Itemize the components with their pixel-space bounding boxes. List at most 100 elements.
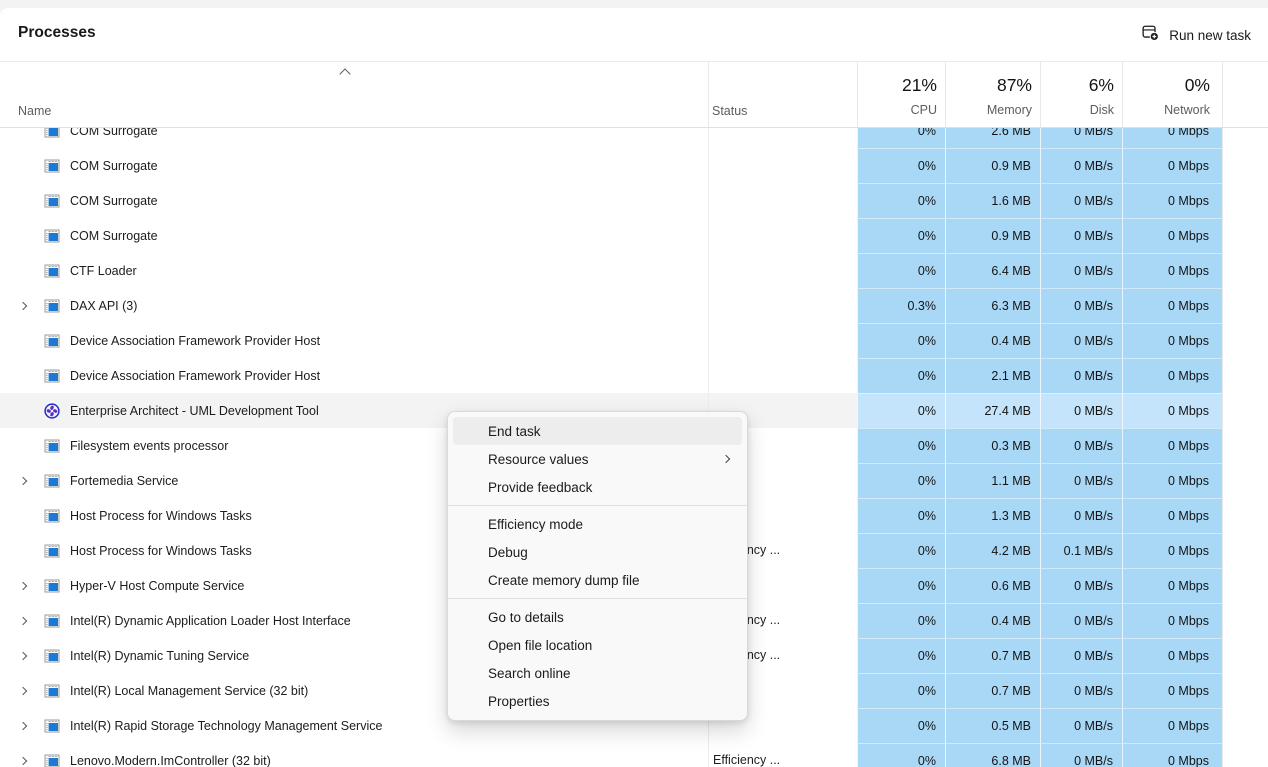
process-name: Hyper-V Host Compute Service [70, 579, 244, 593]
cpu-cell: 0% [857, 603, 945, 638]
expand-chevron-icon[interactable] [19, 301, 27, 309]
run-new-task-icon [1142, 24, 1159, 46]
expand-chevron-icon[interactable] [19, 756, 27, 764]
column-header-network[interactable]: 0% Network [1122, 62, 1210, 127]
network-cell: 0 Mbps [1122, 603, 1222, 638]
cpu-cell: 0% [857, 533, 945, 568]
disk-cell: 0 MB/s [1040, 393, 1122, 428]
menu-item-end-task[interactable]: End task [453, 417, 742, 445]
menu-item-search-online[interactable]: Search online [453, 659, 742, 687]
process-row[interactable]: Lenovo.Modern.ImController (32 bit) Effic… [0, 743, 1268, 767]
menu-item-provide-feedback[interactable]: Provide feedback [453, 473, 742, 501]
column-header-cpu[interactable]: 21% CPU [857, 62, 937, 127]
expand-chevron-icon[interactable] [19, 476, 27, 484]
column-header-memory[interactable]: 87% Memory [945, 62, 1032, 127]
process-name-cell: CTF Loader [0, 253, 708, 288]
process-name: Device Association Framework Provider Ho… [70, 334, 320, 348]
submenu-chevron-icon [722, 455, 730, 463]
process-name-cell: COM Surrogate [0, 148, 708, 183]
process-name: Intel(R) Rapid Storage Technology Manage… [70, 719, 382, 733]
process-name-cell: Device Association Framework Provider Ho… [0, 358, 708, 393]
sort-ascending-caret-icon [339, 68, 350, 79]
menu-item-resource-values[interactable]: Resource values [453, 445, 742, 473]
process-name: COM Surrogate [70, 159, 158, 173]
page-header: Processes Run new task [0, 8, 1268, 62]
process-name: Lenovo.Modern.ImController (32 bit) [70, 754, 271, 767]
memory-total-percent: 87% [945, 75, 1032, 96]
column-header-status[interactable]: Status [712, 104, 747, 118]
cpu-cell: 0% [857, 673, 945, 708]
app-window-icon [44, 648, 60, 664]
menu-item-go-to-details[interactable]: Go to details [453, 603, 742, 631]
app-window-icon [44, 263, 60, 279]
status-cell [708, 148, 857, 183]
memory-cell: 27.4 MB [945, 393, 1040, 428]
menu-item-properties[interactable]: Properties [453, 687, 742, 715]
network-cell: 0 Mbps [1122, 498, 1222, 533]
cpu-cell: 0% [857, 498, 945, 533]
process-name-cell: COM Surrogate [0, 183, 708, 218]
status-cell: Efficiency ... [708, 743, 857, 767]
cpu-cell: 0% [857, 253, 945, 288]
row-gutter [1222, 568, 1268, 603]
app-window-icon [44, 128, 60, 139]
cpu-cell: 0% [857, 743, 945, 767]
row-gutter [1222, 428, 1268, 463]
process-name: Enterprise Architect - UML Development T… [70, 404, 319, 418]
menu-item-create-memory-dump-file[interactable]: Create memory dump file [453, 566, 742, 594]
network-cell: 0 Mbps [1122, 708, 1222, 743]
menu-item-label: Efficiency mode [488, 517, 583, 532]
process-name: DAX API (3) [70, 299, 137, 313]
process-row[interactable]: COM Surrogate0%2.6 MB0 MB/s0 Mbps [0, 128, 1268, 148]
expand-chevron-icon[interactable] [19, 721, 27, 729]
memory-cell: 4.2 MB [945, 533, 1040, 568]
row-gutter [1222, 498, 1268, 533]
run-new-task-button[interactable]: Run new task [1142, 22, 1251, 48]
network-cell: 0 Mbps [1122, 323, 1222, 358]
process-row[interactable]: Device Association Framework Provider Ho… [0, 358, 1268, 393]
expand-chevron-icon[interactable] [19, 616, 27, 624]
network-cell: 0 Mbps [1122, 638, 1222, 673]
menu-item-debug[interactable]: Debug [453, 538, 742, 566]
expand-chevron-icon[interactable] [19, 686, 27, 694]
expand-chevron-icon[interactable] [19, 651, 27, 659]
memory-cell: 6.8 MB [945, 743, 1040, 767]
network-label: Network [1122, 103, 1210, 117]
process-row[interactable]: DAX API (3)0.3%6.3 MB0 MB/s0 Mbps [0, 288, 1268, 323]
row-gutter [1222, 638, 1268, 673]
column-header-disk[interactable]: 6% Disk [1040, 62, 1114, 127]
menu-item-label: Open file location [488, 638, 592, 653]
process-row[interactable]: COM Surrogate0%0.9 MB0 MB/s0 Mbps [0, 148, 1268, 183]
process-row[interactable]: Device Association Framework Provider Ho… [0, 323, 1268, 358]
menu-item-label: Go to details [488, 610, 564, 625]
memory-cell: 1.3 MB [945, 498, 1040, 533]
menu-item-open-file-location[interactable]: Open file location [453, 631, 742, 659]
enterprise-architect-icon [44, 403, 60, 419]
app-window-icon [44, 438, 60, 454]
column-header-name[interactable]: Name [18, 104, 51, 118]
disk-cell: 0 MB/s [1040, 673, 1122, 708]
process-name: CTF Loader [70, 264, 137, 278]
status-cell [708, 253, 857, 288]
process-name-cell: COM Surrogate [0, 128, 708, 148]
app-window-icon [44, 368, 60, 384]
process-row[interactable]: COM Surrogate0%0.9 MB0 MB/s0 Mbps [0, 218, 1268, 253]
header-divider [857, 62, 858, 127]
cpu-cell: 0% [857, 128, 945, 148]
process-row[interactable]: COM Surrogate0%1.6 MB0 MB/s0 Mbps [0, 183, 1268, 218]
disk-cell: 0.1 MB/s [1040, 533, 1122, 568]
disk-cell: 0 MB/s [1040, 708, 1122, 743]
menu-item-label: Provide feedback [488, 480, 592, 495]
row-gutter [1222, 128, 1268, 148]
process-context-menu: End taskResource values Provide feedback E… [447, 411, 748, 721]
expand-chevron-icon[interactable] [19, 581, 27, 589]
menu-item-efficiency-mode[interactable]: Efficiency mode [453, 510, 742, 538]
app-window-icon [44, 578, 60, 594]
app-window-icon [44, 753, 60, 767]
row-gutter [1222, 533, 1268, 568]
process-name: Host Process for Windows Tasks [70, 544, 252, 558]
process-row[interactable]: CTF Loader0%6.4 MB0 MB/s0 Mbps [0, 253, 1268, 288]
page-title: Processes [18, 24, 96, 42]
app-window-icon [44, 683, 60, 699]
network-cell: 0 Mbps [1122, 463, 1222, 498]
